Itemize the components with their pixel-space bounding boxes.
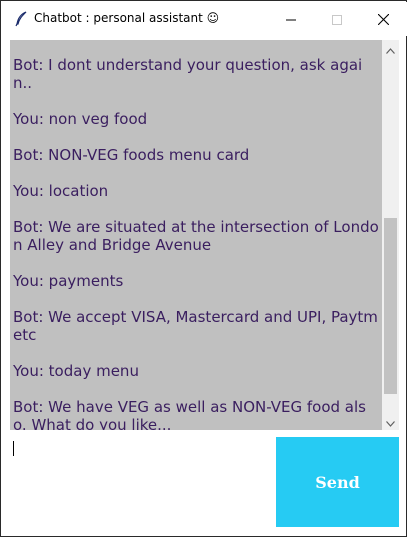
chat-client-area: Bot: I dont understand your question, as… xyxy=(10,36,399,528)
maximize-icon xyxy=(332,10,342,29)
maximize-button[interactable] xyxy=(314,3,360,35)
title-bar[interactable]: Chatbot : personal assistant ☺ xyxy=(2,2,407,36)
chat-message: You: payments xyxy=(13,272,124,290)
chat-message: Bot: I dont understand your question, as… xyxy=(13,56,363,92)
feather-icon xyxy=(14,11,28,27)
chat-message: Bot: NON-VEG foods menu card xyxy=(13,146,250,164)
minimize-icon xyxy=(286,10,296,29)
chat-scrollbar[interactable] xyxy=(382,40,399,430)
chat-message: You: non veg food xyxy=(13,110,148,128)
chat-log[interactable]: Bot: I dont understand your question, as… xyxy=(10,40,382,430)
chat-messages: Bot: I dont understand your question, as… xyxy=(13,56,379,430)
text-caret xyxy=(13,441,14,456)
chevron-down-icon xyxy=(386,412,395,431)
chatbot-window: Chatbot : personal assistant ☺ Bot: I do… xyxy=(0,0,407,537)
scroll-down-button[interactable] xyxy=(382,413,399,430)
chat-message: Bot: We accept VISA, Mastercard and UPI,… xyxy=(13,308,378,344)
chat-message: Bot: We have VEG as well as NON-VEG food… xyxy=(13,398,366,430)
scroll-up-button[interactable] xyxy=(382,40,399,57)
close-icon xyxy=(377,10,389,29)
chat-message: You: location xyxy=(13,182,109,200)
window-title: Chatbot : personal assistant ☺ xyxy=(34,11,220,25)
minimize-button[interactable] xyxy=(268,3,314,35)
send-button[interactable]: Send xyxy=(276,437,399,527)
chat-message: You: today menu xyxy=(13,362,139,380)
chevron-up-icon xyxy=(386,39,395,58)
message-input[interactable] xyxy=(10,437,275,527)
scroll-thumb[interactable] xyxy=(384,218,397,394)
chat-message: Bot: We are situated at the intersection… xyxy=(13,218,379,254)
close-button[interactable] xyxy=(360,3,406,35)
